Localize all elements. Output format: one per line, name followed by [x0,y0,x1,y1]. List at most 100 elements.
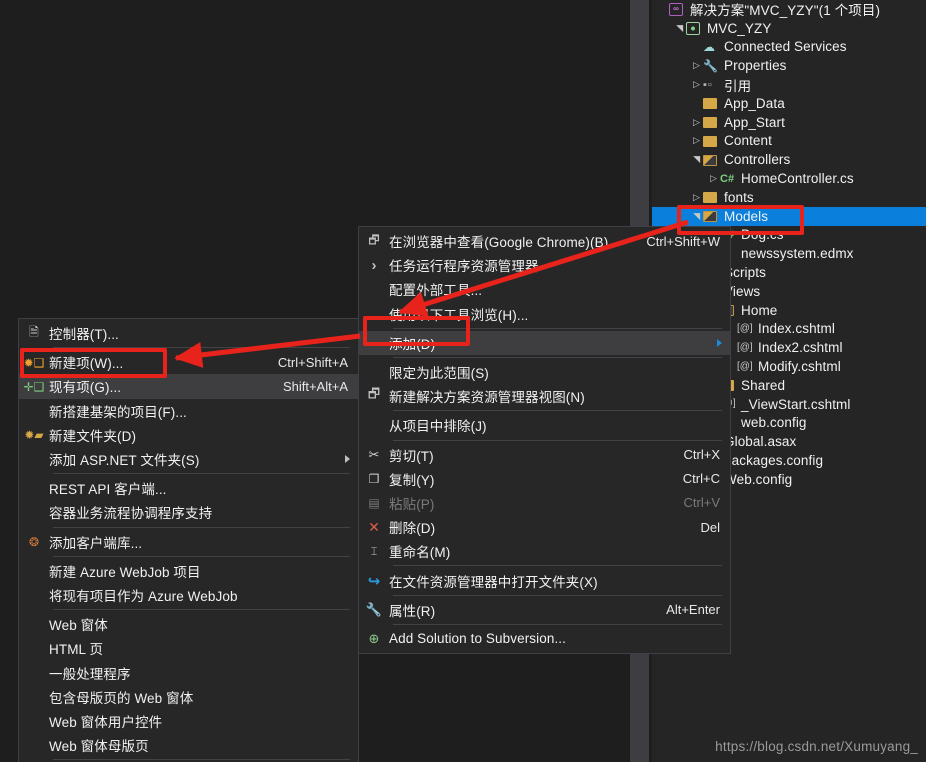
menu-item-T...[interactable]: 🗎 控制器(T)... [19,321,358,345]
menu-item-Y[interactable]: ❐ 复制(Y) Ctrl+C [359,467,730,491]
tree-node-Models[interactable]: ◢ Models [652,206,926,226]
menu-item-label: 重命名(M) [389,545,451,561]
menu-separator [393,623,722,625]
menu-item-label: Web 窗体母版页 [49,739,149,755]
tree-node-label: packages.config [724,453,824,469]
menu-item-label: 新建文件夹(D) [49,428,137,444]
menu-item-shortcut: Shift+Alt+A [282,378,348,394]
menu-item-N[interactable]: 🗗 新建解决方案资源管理器视图(N) [359,384,730,408]
new-folder-icon: ✹▰ [24,428,44,443]
menu-item-AddSolutiontoSubversion...[interactable]: ⊕ Add Solution to Subversion... [359,627,730,651]
menu-item-...[interactable]: ❂ 添加客户端库... [19,530,358,554]
tree-node-label: Index.cshtml [758,321,835,337]
expand-triangle-icon[interactable]: ▷ [690,117,703,127]
tree-node-label: App_Start [724,114,785,130]
menu-separator [393,410,722,412]
menu-item-GoogleChromeB[interactable]: 🗗 在浏览器中查看(Google Chrome)(B) Ctrl+Shift+W [359,229,730,253]
references-icon: ▪▫ [703,78,713,91]
tree-node-Content[interactable]: ▷ Content [652,132,926,151]
menu-item-F...[interactable]: 新搭建基架的项目(F)... [19,399,358,423]
menu-item-M[interactable]: ⌶ 重命名(M) [359,539,730,563]
menu-item-idx1[interactable]: › 任务运行程序资源管理器 [359,253,730,277]
collapse-triangle-icon[interactable]: ◢ [691,210,701,223]
collapse-triangle-icon[interactable]: ◢ [691,153,701,166]
menu-item-AzureWebJob[interactable]: 新建 Azure WebJob 项目 [19,559,358,583]
menu-item-R[interactable]: 🔧 属性(R) Alt+Enter [359,598,730,622]
menu-item-T[interactable]: ✂ 剪切(T) Ctrl+X [359,443,730,467]
tree-node-label: Global.asax [724,434,797,450]
tree-node-item[interactable]: ▷ ▪▫ 引用 [652,75,926,94]
tree-node-MVC_YZY[interactable]: ◢ MVC_YZY [652,19,926,38]
menu-item-RESTAPI...[interactable]: REST API 客户端... [19,476,358,500]
menu-item-shortcut: Ctrl+V [683,495,720,511]
menu-item-shortcut: Ctrl+Shift+W [646,233,720,249]
menu-item-S[interactable]: 限定为此范围(S) [359,360,730,384]
properties-wrench-icon: 🔧 [365,601,383,617]
menu-item-Web[interactable]: Web 窗体母版页 [19,733,358,757]
menu-item-label: 任务运行程序资源管理器 [389,259,539,275]
menu-item-Web[interactable]: 包含母版页的 Web 窗体 [19,685,358,709]
menu-item-D[interactable]: ✹▰ 新建文件夹(D) [19,423,358,447]
menu-item-label: 添加 ASP.NET 文件夹(S) [49,453,200,469]
add-submenu[interactable]: 🗎 控制器(T)... ✹❑ 新建项(W)... Ctrl+Shift+A ✛❑ 现有项(G… [18,318,359,762]
menu-item-HTML[interactable]: HTML 页 [19,636,358,660]
tree-node-HomeController.cs[interactable]: ▷ C# HomeController.cs [652,169,926,188]
razor-file-icon: [@] [737,341,753,353]
expand-triangle-icon[interactable]: ▷ [690,136,703,145]
menu-item-...[interactable]: 配置外部工具... [359,277,730,301]
tree-node-label: App_Data [724,95,785,111]
menu-item-label: 删除(D) [389,521,436,537]
collapse-triangle-icon[interactable]: ◢ [674,22,684,35]
tree-node-label: Content [724,133,772,149]
menu-item-Web[interactable]: Web 窗体用户控件 [19,709,358,733]
expand-triangle-icon[interactable]: ▷ [707,174,720,183]
menu-item-label: 容器业务流程协调程序支持 [49,506,213,522]
menu-item-W...[interactable]: ✹❑ 新建项(W)... Ctrl+Shift+A [19,350,358,374]
expand-triangle-icon[interactable]: ▷ [690,80,703,89]
menu-item-ASP.NETS[interactable]: 添加 ASP.NET 文件夹(S) [19,447,358,471]
menu-item-J[interactable]: 从项目中排除(J) [359,413,730,437]
submenu-chevron-icon [717,338,722,347]
tree-node-Controllers[interactable]: ◢ Controllers [652,150,926,169]
menu-item-label: 限定为此范围(S) [389,366,489,382]
menu-item-label: 新建解决方案资源管理器视图(N) [389,390,585,406]
tree-node-Properties[interactable]: ▷ 🔧 Properties [652,56,926,75]
tree-node-label: Home [741,302,778,318]
menu-item-label: 在文件资源管理器中打开文件夹(X) [389,574,598,590]
tree-node-label: Models [724,208,769,224]
tree-node-ConnectedServices[interactable]: ☁ Connected Services [652,38,926,57]
tree-node-App_Start[interactable]: ▷ App_Start [652,113,926,132]
menu-item-idx13[interactable]: 一般处理程序 [19,660,358,684]
new-item-icon: ✹❑ [23,355,45,370]
menu-item-label: 剪切(T) [389,448,434,464]
menu-item-AzureWebJob[interactable]: 将现有项目作为 Azure WebJob [19,583,358,607]
folder-icon [703,96,720,110]
tree-node-App_Data[interactable]: App_Data [652,94,926,113]
menu-item-G...[interactable]: ✛❑ 现有项(G)... Shift+Alt+A [19,374,358,399]
menu-item-D[interactable]: ✕ 删除(D) Del [359,515,730,539]
menu-separator [53,609,350,611]
menu-item-label: 一般处理程序 [49,666,131,682]
tree-node-label: Modify.cshtml [758,359,841,375]
menu-item-idx7[interactable]: 容器业务流程协调程序支持 [19,500,358,524]
tree-node-fonts[interactable]: ▷ fonts [652,188,926,207]
menu-item-H...[interactable]: 使用以下工具浏览(H)... [359,302,730,326]
expand-triangle-icon[interactable]: ▷ [690,192,703,202]
context-menu[interactable]: 🗗 在浏览器中查看(Google Chrome)(B) Ctrl+Shift+W › 任… [358,226,731,654]
menu-item-P: ▤ 粘贴(P) Ctrl+V [359,491,730,515]
menu-item-label: 包含母版页的 Web 窗体 [49,690,194,706]
screenshot-root: ∞ 解决方案"MVC_YZY"(1 个项目) ◢ MVC_YZY ☁ Connected … [0,0,926,762]
menu-item-D[interactable]: 添加(D) [359,330,730,355]
tree-node-MVC_YZY1[interactable]: ∞ 解决方案"MVC_YZY"(1 个项目) [652,0,926,19]
chevron-right-icon: › [371,256,377,274]
menu-item-Web[interactable]: Web 窗体 [19,612,358,636]
tree-node-label: _ViewStart.cshtml [741,396,851,412]
tree-node-label: HomeController.cs [741,171,854,187]
folder-open-icon [703,153,720,167]
folder-icon [703,115,720,129]
menu-item-X[interactable]: ↪ 在文件资源管理器中打开文件夹(X) [359,568,730,592]
expand-triangle-icon[interactable]: ▷ [690,61,703,70]
menu-item-shortcut: Ctrl+C [682,471,720,487]
tree-node-label: Web.config [724,471,793,487]
watermark-url: https://blog.csdn.net/Xumuyang_ [715,739,918,754]
